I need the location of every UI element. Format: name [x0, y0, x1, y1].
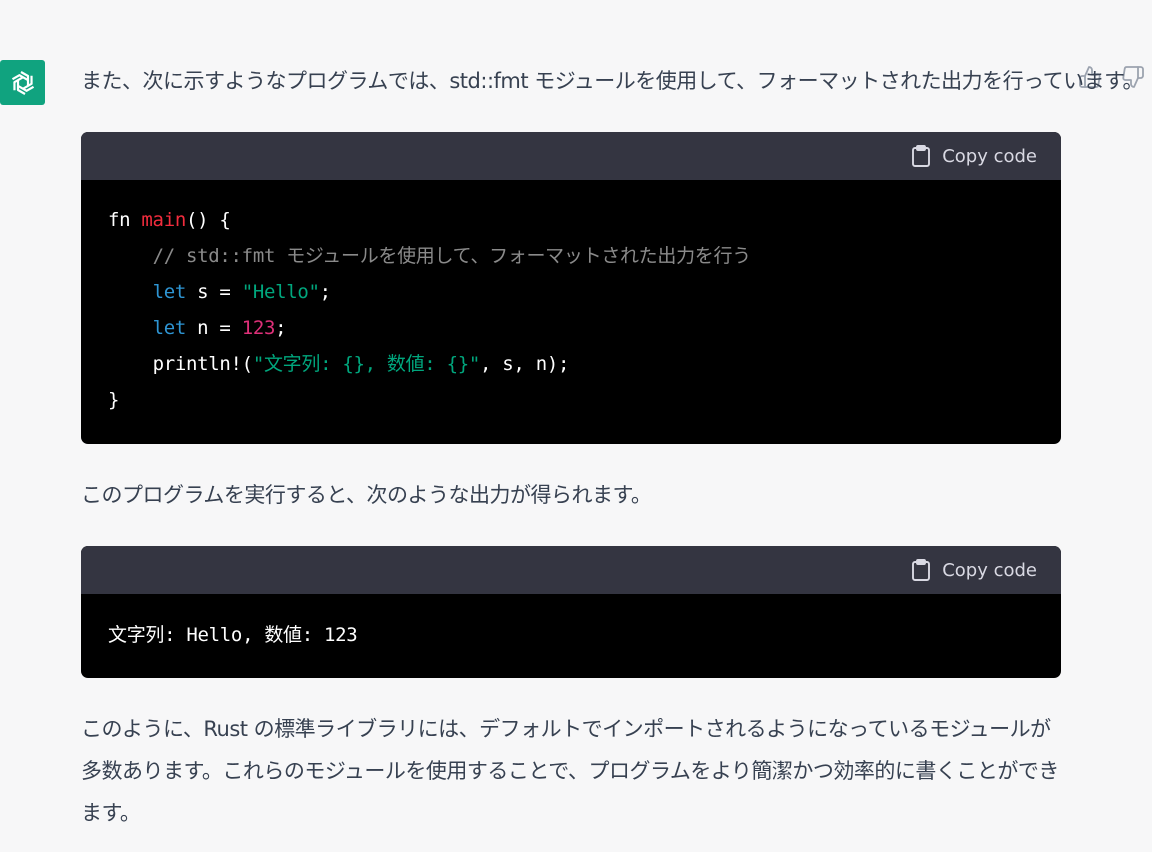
clipboard-icon [912, 559, 931, 581]
clipboard-icon [912, 145, 931, 167]
code-block-header: Copy code [81, 546, 1061, 594]
message-conclusion: このように、Rust の標準ライブラリには、デフォルトでインポートされるようにな… [81, 717, 1059, 825]
code-token: n = [185, 317, 242, 339]
code-token: ; [319, 281, 331, 303]
copy-code-button[interactable]: Copy code [910, 144, 1037, 168]
code-string: "Hello" [241, 281, 320, 303]
code-token: s = [185, 281, 242, 303]
message-after-code: このプログラムを実行すると、次のような出力が得られます。 [81, 483, 652, 507]
assistant-message: また、次に示すようなプログラムでは、std::fmt モジュールを使用して、フォ… [81, 60, 1143, 834]
code-content: fn main() { // std::fmt モジュールを使用して、フォーマッ… [81, 180, 1061, 440]
output-content: 文字列: Hello, 数値: 123 [81, 594, 1061, 676]
code-string: "文字列: {}, 数値: {}" [252, 353, 480, 375]
code-line: // std::fmt モジュールを使用して、フォーマットされた出力を行う [108, 245, 752, 267]
assistant-avatar [0, 60, 45, 105]
code-token: ; [275, 317, 287, 339]
copy-code-label: Copy code [942, 145, 1037, 167]
code-line: } [108, 389, 119, 411]
code-token: let [152, 317, 187, 339]
code-line: println!("文字列: {}, 数値: {}", s, n); [108, 353, 570, 375]
code-line: fn main() { [108, 209, 231, 231]
code-number: 123 [241, 317, 276, 339]
code-token: () { [185, 209, 231, 231]
code-token: fn [108, 209, 131, 231]
message-intro: また、次に示すようなプログラムでは、std::fmt モジュールを使用して、フォ… [81, 69, 1143, 93]
code-line: let s = "Hello"; [108, 281, 332, 303]
code-token: println!( [152, 353, 254, 375]
copy-code-button[interactable]: Copy code [910, 558, 1037, 582]
code-comment: // std::fmt モジュールを使用して、フォーマットされた出力を行う [152, 245, 752, 267]
openai-logo-icon [11, 70, 34, 95]
code-block: Copy code fn main() { // std::fmt モジュールを… [81, 132, 1061, 444]
code-token: let [152, 281, 187, 303]
code-block-header: Copy code [81, 132, 1061, 180]
output-line: 文字列: Hello, 数値: 123 [108, 624, 358, 646]
code-token: , s, n); [480, 353, 570, 375]
output-block: Copy code 文字列: Hello, 数値: 123 [81, 546, 1061, 678]
copy-code-label: Copy code [942, 559, 1037, 581]
code-line: let n = 123; [108, 317, 287, 339]
code-token: main [141, 209, 186, 231]
code-token: } [108, 389, 120, 411]
